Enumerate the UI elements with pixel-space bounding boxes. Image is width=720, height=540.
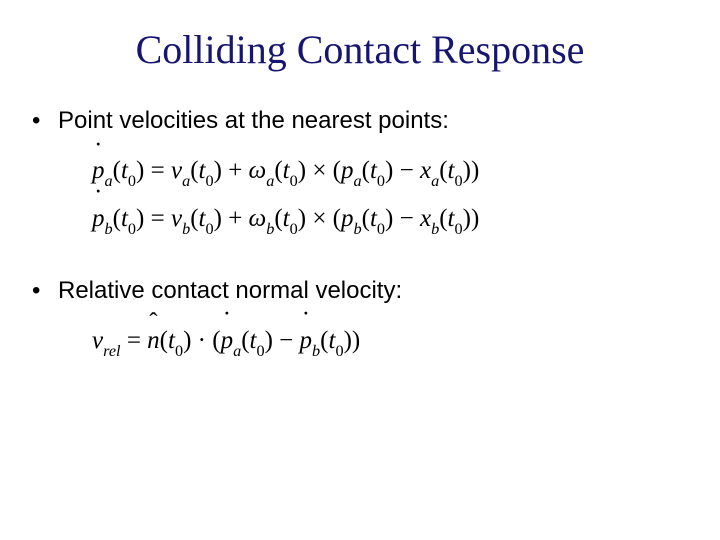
- equation-pb-dot: pb(t0) = vb(t0) + ωb(t0) × (pb(t0) − xb(…: [92, 195, 690, 243]
- cross: ×: [312, 205, 326, 232]
- bullet-relative-normal-velocity: Relative contact normal velocity:: [30, 277, 690, 305]
- var-t: t: [283, 205, 290, 232]
- var-t: t: [370, 205, 377, 232]
- equals: =: [151, 205, 165, 232]
- sub-0: 0: [128, 220, 136, 238]
- var-pb-dot: p: [92, 195, 105, 243]
- sub-b: b: [182, 220, 190, 238]
- lparen: (: [274, 157, 282, 184]
- rparen: ): [471, 157, 479, 184]
- rparen: ): [471, 205, 479, 232]
- var-v: v: [92, 327, 103, 354]
- sub-0: 0: [128, 172, 136, 190]
- equation-block-velocities: pa(t0) = va(t0) + ωa(t0) × (pa(t0) − xa(…: [92, 147, 690, 243]
- sub-0: 0: [454, 220, 462, 238]
- rparen: ): [183, 327, 191, 354]
- sub-a: a: [266, 172, 274, 190]
- sub-0: 0: [290, 220, 298, 238]
- minus: −: [279, 327, 293, 354]
- lparen: (: [190, 205, 198, 232]
- sub-b: b: [312, 342, 320, 360]
- minus: −: [400, 157, 414, 184]
- sub-b: b: [266, 220, 274, 238]
- lparen: (: [113, 205, 121, 232]
- lparen: (: [212, 327, 220, 354]
- sub-a: a: [233, 342, 241, 360]
- cross: ×: [312, 157, 326, 184]
- lparen: (: [160, 327, 168, 354]
- rparen: ): [214, 157, 222, 184]
- rparen: ): [265, 327, 273, 354]
- slide-title: Colliding Contact Response: [30, 26, 690, 73]
- lparen: (: [274, 205, 282, 232]
- var-omega: ω: [249, 205, 267, 232]
- sub-b: b: [105, 220, 113, 238]
- sub-0: 0: [205, 172, 213, 190]
- var-t: t: [121, 157, 128, 184]
- equation-vrel: vrel = n(t0) · (pa(t0) − pb(t0)): [92, 317, 690, 365]
- var-p: p: [341, 205, 354, 232]
- equals: =: [151, 157, 165, 184]
- lparen: (: [333, 205, 341, 232]
- equals: =: [127, 327, 141, 354]
- var-x: x: [420, 157, 431, 184]
- equation-pa-dot: pa(t0) = va(t0) + ωa(t0) × (pa(t0) − xa(…: [92, 147, 690, 195]
- var-n-hat: n: [147, 317, 160, 365]
- var-t: t: [121, 205, 128, 232]
- lparen: (: [113, 157, 121, 184]
- sub-a: a: [182, 172, 190, 190]
- lparen: (: [241, 327, 249, 354]
- lparen: (: [439, 157, 447, 184]
- var-pb-dot: p: [300, 317, 313, 365]
- lparen: (: [362, 157, 370, 184]
- slide: Colliding Contact Response Point velocit…: [0, 0, 720, 540]
- lparen: (: [190, 157, 198, 184]
- equation-block-vrel: vrel = n(t0) · (pa(t0) − pb(t0)): [92, 317, 690, 365]
- rparen: ): [136, 205, 144, 232]
- var-pa-dot: p: [221, 317, 234, 365]
- bullet-point-velocities: Point velocities at the nearest points:: [30, 107, 690, 135]
- sub-b: b: [431, 220, 439, 238]
- var-x: x: [420, 205, 431, 232]
- sub-0: 0: [205, 220, 213, 238]
- bullet-text: Point velocities at the nearest points:: [58, 107, 449, 134]
- sub-0: 0: [175, 342, 183, 360]
- dot-operator: ·: [198, 327, 206, 354]
- sub-rel: rel: [103, 342, 120, 360]
- rparen: ): [352, 327, 360, 354]
- sub-0: 0: [454, 172, 462, 190]
- rparen: ): [344, 327, 352, 354]
- plus: +: [228, 157, 242, 184]
- var-v: v: [171, 205, 182, 232]
- rparen: ): [463, 205, 471, 232]
- sub-0: 0: [290, 172, 298, 190]
- plus: +: [228, 205, 242, 232]
- sub-0: 0: [377, 220, 385, 238]
- rparen: ): [463, 157, 471, 184]
- minus: −: [400, 205, 414, 232]
- rparen: ): [136, 157, 144, 184]
- var-t: t: [168, 327, 175, 354]
- sub-b: b: [354, 220, 362, 238]
- rparen: ): [298, 157, 306, 184]
- sub-0: 0: [335, 342, 343, 360]
- var-t: t: [283, 157, 290, 184]
- sub-a: a: [431, 172, 439, 190]
- var-t: t: [370, 157, 377, 184]
- var-v: v: [171, 157, 182, 184]
- rparen: ): [214, 205, 222, 232]
- sub-0: 0: [377, 172, 385, 190]
- lparen: (: [439, 205, 447, 232]
- sub-a: a: [105, 172, 113, 190]
- var-omega: ω: [249, 157, 267, 184]
- rparen: ): [298, 205, 306, 232]
- lparen: (: [333, 157, 341, 184]
- rparen: ): [385, 157, 393, 184]
- lparen: (: [362, 205, 370, 232]
- sub-0: 0: [256, 342, 264, 360]
- sub-a: a: [354, 172, 362, 190]
- var-p: p: [341, 157, 354, 184]
- rparen: ): [385, 205, 393, 232]
